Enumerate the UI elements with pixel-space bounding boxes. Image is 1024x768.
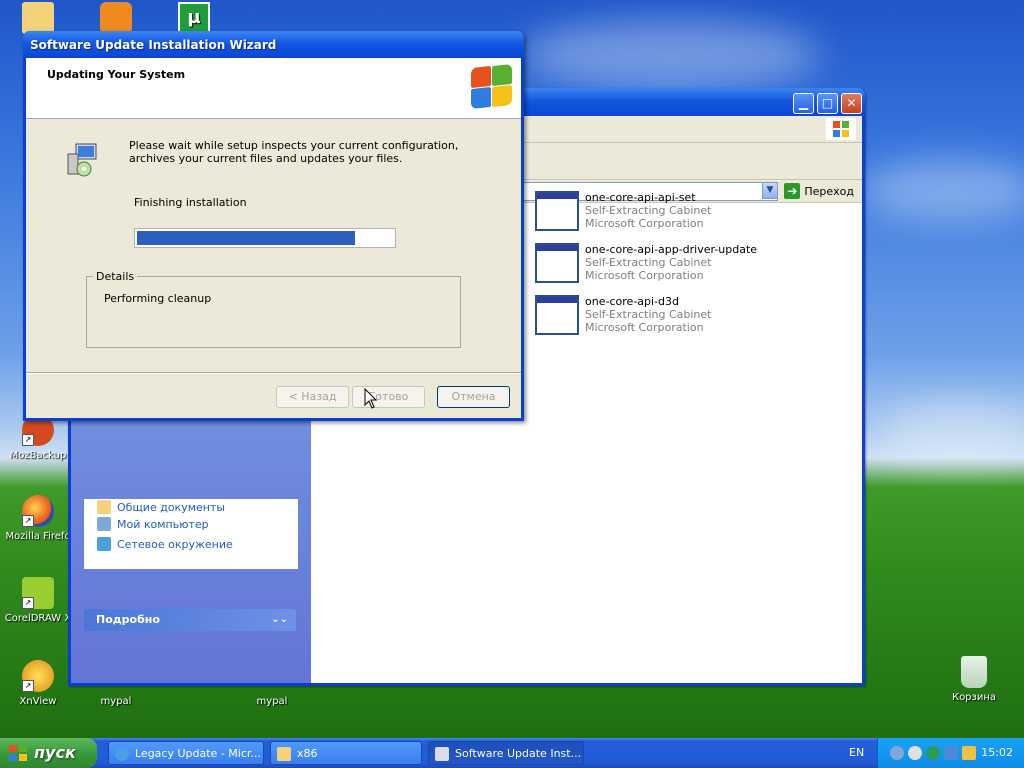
recycle-bin-icon xyxy=(961,656,987,688)
windows-flag-icon xyxy=(9,745,27,761)
wizard-window: Software Update Installation Wizard Upda… xyxy=(23,31,524,421)
taskbar: пуск Legacy Update - Micr... x86 Softwar… xyxy=(0,738,1024,768)
xnview-icon: ↗ xyxy=(22,660,54,692)
other-places-box: Общие документы Мой компьютер Сетевое ок… xyxy=(84,499,298,569)
cabinet-file-icon xyxy=(535,191,579,231)
chevron-double-down-icon: ⌄⌄ xyxy=(271,614,288,625)
divider xyxy=(26,372,521,374)
wizard-heading: Updating Your System xyxy=(47,68,186,81)
wizard-title: Software Update Installation Wizard xyxy=(30,38,277,52)
desktop-icon-recycle-bin[interactable]: Корзина xyxy=(936,656,1012,703)
cancel-button[interactable]: Отмена xyxy=(437,386,510,408)
file-list: one-core-api-api-set Self-Extracting Cab… xyxy=(535,191,757,347)
folder-icon xyxy=(277,747,291,761)
file-item[interactable]: one-core-api-app-driver-update Self-Extr… xyxy=(535,243,757,283)
desktop-icon-firefox[interactable]: ↗ Mozilla Firefo xyxy=(0,495,76,542)
task-network-places[interactable]: Сетевое окружение xyxy=(85,534,297,554)
windows-logo-icon xyxy=(826,118,856,140)
close-button[interactable]: ✕ xyxy=(841,93,862,114)
details-panel-header[interactable]: Подробно ⌄⌄ xyxy=(84,609,296,631)
cabinet-file-icon xyxy=(535,243,579,283)
update-tray-icon[interactable] xyxy=(908,746,922,760)
language-indicator[interactable]: EN xyxy=(849,746,864,759)
folder-mail-icon xyxy=(22,2,54,34)
details-group: Details Performing cleanup xyxy=(86,270,461,348)
install-status: Finishing installation xyxy=(134,196,247,209)
cabinet-file-icon xyxy=(535,295,579,335)
firefox-icon: ↗ xyxy=(22,495,54,527)
network-icon xyxy=(97,537,111,551)
details-text: Performing cleanup xyxy=(104,292,212,305)
wizard-header: Updating Your System xyxy=(26,58,521,119)
mouse-cursor-icon xyxy=(364,388,378,409)
utorrent-icon: µ xyxy=(178,2,210,34)
tools-tray-icon[interactable] xyxy=(962,746,976,760)
ie-icon xyxy=(115,747,129,761)
setup-icon xyxy=(435,747,449,761)
install-progress-bar xyxy=(134,228,396,248)
file-item[interactable]: one-core-api-d3d Self-Extracting Cabinet… xyxy=(535,295,757,335)
network-tray-icon[interactable] xyxy=(890,746,904,760)
wizard-message: Please wait while setup inspects your cu… xyxy=(129,139,459,165)
camera-app-icon xyxy=(100,2,132,34)
system-tray: 15:02 xyxy=(877,738,1024,768)
back-button[interactable]: < Назад xyxy=(276,386,349,408)
desktop-icon-xnview[interactable]: ↗ XnView xyxy=(0,660,76,707)
start-label: пуск xyxy=(34,743,76,762)
taskbar-item-legacy-update[interactable]: Legacy Update - Micr... xyxy=(108,741,264,765)
chevron-down-icon: ▼ xyxy=(766,185,774,195)
desktop: до µ ко I ↗ MozBackup ↗ Mozilla Firefo ↗… xyxy=(0,0,1024,738)
progress-fill xyxy=(137,231,355,245)
go-label: Переход xyxy=(804,184,854,198)
folder-icon xyxy=(97,500,111,514)
computer-icon xyxy=(97,517,111,531)
desktop-icon-coreldraw[interactable]: ↗ CorelDRAW X xyxy=(0,577,76,624)
go-arrow-icon: ➔ xyxy=(784,183,801,199)
task-my-computer[interactable]: Мой компьютер xyxy=(85,514,297,534)
go-button[interactable]: ➔ Переход xyxy=(784,182,854,200)
coreldraw-icon: ↗ xyxy=(22,577,54,609)
windows-xp-logo-icon xyxy=(469,63,513,110)
task-shared-docs[interactable]: Общие документы xyxy=(85,500,297,514)
wizard-titlebar[interactable]: Software Update Installation Wizard xyxy=(23,31,524,58)
details-legend: Details xyxy=(93,270,138,283)
finish-button[interactable]: Готово xyxy=(352,386,425,408)
taskbar-item-software-update[interactable]: Software Update Inst... xyxy=(428,741,584,765)
start-button[interactable]: пуск xyxy=(0,738,97,768)
display-tray-icon[interactable] xyxy=(944,746,958,760)
taskbar-item-x86[interactable]: x86 xyxy=(270,741,422,765)
minimize-button[interactable]: ▁ xyxy=(793,93,814,114)
globe-tray-icon[interactable] xyxy=(926,746,940,760)
clock: 15:02 xyxy=(981,746,1013,759)
file-item[interactable]: one-core-api-api-set Self-Extracting Cab… xyxy=(535,191,757,231)
address-dropdown-button[interactable]: ▼ xyxy=(762,182,778,199)
maximize-button[interactable]: □ xyxy=(817,93,838,114)
setup-computer-icon xyxy=(67,143,97,177)
desktop-icon-mozbackup[interactable]: ↗ MozBackup xyxy=(0,414,76,461)
